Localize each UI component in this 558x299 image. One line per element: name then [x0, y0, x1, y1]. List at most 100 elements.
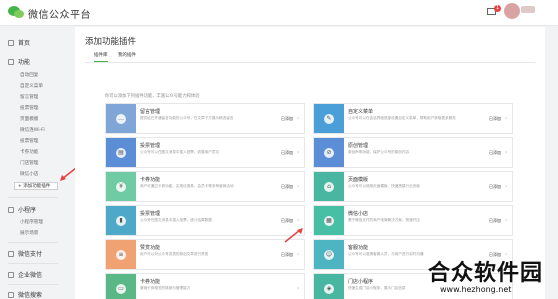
card-icon-bg: ▦ [314, 206, 344, 235]
mail-badge: 1 [494, 5, 501, 12]
sidebar-item-features[interactable]: 功能 [8, 57, 30, 66]
card-name: 投票管理 [140, 211, 161, 217]
vote-icon: ▤ [116, 147, 126, 158]
store-icon: ◈ [324, 283, 334, 294]
watermark: 合众软件园 www.hezhong.net [418, 255, 558, 299]
home-icon [8, 39, 14, 46]
sidebar-item-custom-menu[interactable]: 自定义菜单 [20, 83, 43, 89]
account-name[interactable] [521, 6, 535, 13]
comment-icon: … [116, 113, 126, 124]
card-status: 已添加 [489, 116, 501, 121]
card-desc: 提供给已开通留言功能的公众号，在文章下方展示精选留言 [140, 116, 234, 120]
card-icon-bg: ▮ [106, 206, 136, 235]
sidebar-item-label: 企业微信 [18, 272, 43, 279]
plugin-card[interactable]: ⊘ 原创管理 原创声明功能，保护公众号的原创内容 已添加 › [313, 137, 513, 168]
sidebar-item-wifi[interactable]: 微信连Wi-Fi [20, 127, 45, 133]
card-name: 原创管理 [348, 143, 369, 149]
sidebar-item-enterprise-wechat[interactable]: 企业微信 [8, 270, 42, 279]
sidebar-item-auto-reply[interactable]: 自动回复 [20, 72, 38, 78]
sidebar-item-vote-2[interactable]: 投票管理 [20, 138, 38, 144]
sidebar-item-label: 小程序 [18, 207, 37, 214]
card-desc: 基于微信支付的商户电商解决方案，快速开店 [348, 218, 420, 222]
sidebar-item-stores[interactable]: 门店管理 [20, 160, 38, 166]
card-status: 已添加 [281, 252, 293, 257]
plugin-card[interactable]: … 留言管理 提供给已开通留言功能的公众号，在文章下方展示精选留言 已添加 › [105, 103, 305, 134]
sidebar-item-page-template[interactable]: 页面模版 [20, 116, 38, 122]
chevron-right-icon: › [297, 251, 300, 258]
coupon-icon: ¥ [116, 181, 126, 192]
card-name: 自定义菜单 [348, 109, 374, 115]
sidebar-item-label: 首页 [18, 40, 31, 47]
sidebar-item-wechat-pay[interactable]: 微信支付 [8, 249, 42, 258]
card-icon-bg: ✎ [314, 104, 344, 133]
app-title: 微信公众平台 [28, 10, 91, 21]
add-plugin-button[interactable]: + 添加功能插件 [14, 182, 58, 190]
card-status: 已添加 [489, 150, 501, 155]
sidebar-item-miniprogram-manage[interactable]: 小程序管理 [20, 219, 43, 225]
card-status: 已添加 [281, 116, 293, 121]
card-desc: 营销卡券相关的核销与管理能力 [140, 286, 191, 290]
sidebar-item-shop[interactable]: 微信小店 [20, 171, 38, 177]
chevron-right-icon: › [297, 183, 300, 190]
page-title: 添加功能插件 [85, 37, 137, 47]
card-name: 门店小程序 [348, 279, 374, 285]
plugin-card[interactable]: ¥ 卡券功能 商户可通过卡券功能，实现优惠券、会员卡等多种营销活动 已添加 › [105, 171, 305, 202]
chevron-right-icon: › [297, 217, 300, 224]
sidebar-item-coupons[interactable]: 卡券功能 [20, 149, 38, 155]
intro-text: 你可以添加下列插件功能，丰富公众号能力和体验 [105, 94, 200, 99]
card-status: 已添加 [489, 184, 501, 189]
watermark-url: www.hezhong.net [440, 285, 512, 294]
edit-icon: ✎ [324, 113, 334, 124]
plugin-card[interactable]: ✎ 自定义菜单 公众号可以在会话界面底部设置自定义菜单，帮助用户获取更多服务 已… [313, 103, 513, 134]
chevron-right-icon: › [297, 149, 300, 156]
annotation-arrow-icon [284, 228, 303, 243]
card-icon: ▭ [116, 283, 126, 294]
card-icon-bg: ≡ [106, 240, 136, 269]
card-icon-bg: ⊘ [314, 138, 344, 167]
sidebar-item-vote[interactable]: 投票管理 [20, 105, 38, 111]
chevron-right-icon: › [505, 149, 508, 156]
tab-my-plugins[interactable]: 我的插件 [118, 52, 136, 58]
grid-icon [8, 58, 14, 65]
card-icon-bg: ▭ [106, 274, 136, 299]
chevron-right-icon: › [505, 183, 508, 190]
chat-icon [8, 271, 14, 278]
divider [8, 197, 58, 198]
card-icon-bg: ▤ [106, 138, 136, 167]
plugin-card[interactable]: ▭ 卡券功能 营销卡券相关的核销与管理能力 › [105, 273, 305, 299]
card-icon-bg: ☺ [314, 240, 344, 269]
card-name: 客服功能 [348, 245, 369, 251]
plugin-card[interactable]: ▮ 投票管理 公众号在图文消息中插入投票，统计结果数据 已添加 › [105, 205, 305, 236]
tab-bar: 插件库 我的插件 [85, 52, 535, 63]
compass-icon: ⊘ [324, 147, 334, 158]
avatar[interactable] [504, 3, 520, 19]
card-name: 投票管理 [140, 143, 161, 149]
plugin-card[interactable]: ⌂ 页面模版 公众号可以使用页面模版，快速搭建行业页面 已添加 › [313, 171, 513, 202]
sidebar-item-home[interactable]: 首页 [8, 38, 30, 47]
sidebar-item-miniprogram[interactable]: 小程序 [8, 205, 36, 214]
chevron-right-icon: › [505, 217, 508, 224]
sidebar-item-label: 微信支付 [18, 251, 43, 258]
card-name: 卡券功能 [140, 177, 161, 183]
sidebar-item-comments[interactable]: 留言管理 [20, 94, 38, 100]
card-icon-bg: ¥ [106, 172, 136, 201]
chevron-right-icon: › [297, 115, 300, 122]
watermark-text: 合众软件园 [428, 261, 544, 286]
sidebar-item-wechat-search[interactable]: 微信搜索 [8, 290, 42, 299]
card-desc: 用户可以对公众号发表的原创文章进行赞赏 [140, 252, 209, 256]
plugin-card[interactable]: ▦ 微信小店 基于微信支付的商户电商解决方案，快速开店 已添加 › [313, 205, 513, 236]
house-icon: ⌂ [324, 181, 334, 192]
card-status: 已添加 [281, 184, 293, 189]
service-icon: ☺ [324, 249, 334, 260]
sidebar-item-label: 功能 [18, 59, 31, 66]
card-name: 赞赏功能 [140, 245, 161, 251]
plugin-card[interactable]: ▤ 投票管理 公众号可以在图文消息中插入投票，收集用户意见 已添加 › [105, 137, 305, 168]
card-status: 已添加 [281, 150, 293, 155]
card-desc: 公众号可以使用页面模版，快速搭建行业页面 [348, 184, 420, 188]
tab-plugin-library[interactable]: 插件库 [94, 52, 108, 62]
plugin-card[interactable]: ≡ 赞赏功能 用户可以对公众号发表的原创文章进行赞赏 已添加 › [105, 239, 305, 270]
card-status: 已添加 [281, 218, 293, 223]
divider [8, 284, 58, 285]
sidebar-item-display-scenes[interactable]: 展示场景 [20, 230, 38, 236]
card-icon-bg: ⌂ [314, 172, 344, 201]
